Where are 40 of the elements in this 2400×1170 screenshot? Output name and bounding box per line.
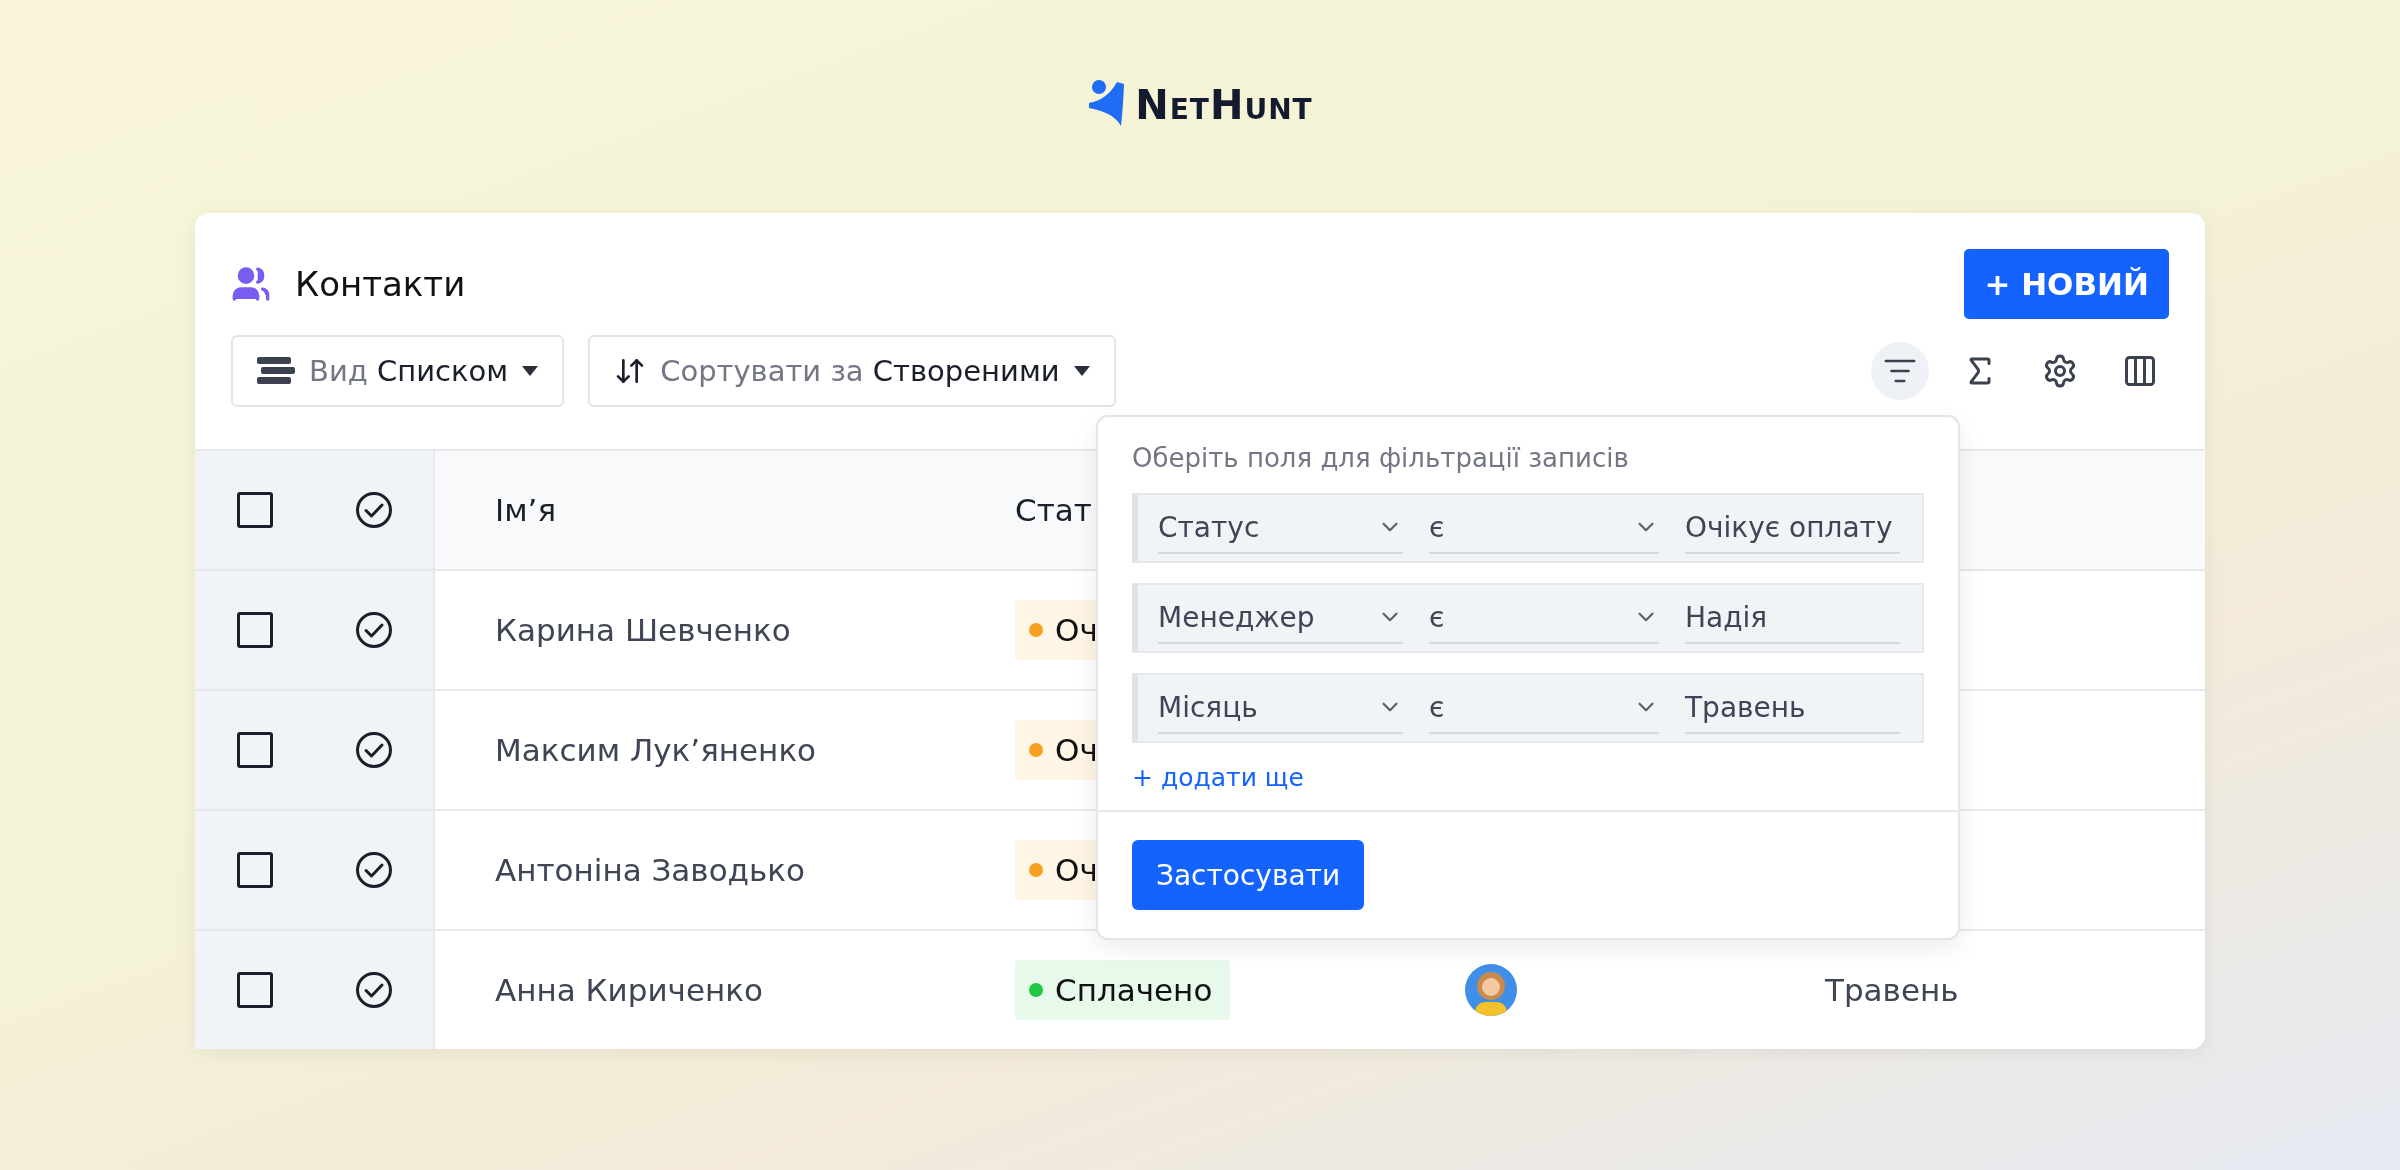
view-dropdown[interactable]: Вид Списком	[231, 335, 565, 407]
row-checkbox[interactable]	[237, 852, 273, 888]
status-badge: Сплачено	[1015, 960, 1231, 1020]
caret-icon	[522, 366, 539, 376]
check-circle-icon	[355, 731, 393, 769]
check-circle-icon	[355, 491, 393, 529]
field-select[interactable]: Місяць	[1158, 682, 1403, 734]
new-button[interactable]: + НОВИЙ	[1964, 249, 2169, 319]
list-icon	[257, 357, 295, 385]
column-header: Стат	[1015, 492, 1092, 528]
sort-dropdown[interactable]: Сортувати за Створеними	[588, 335, 1116, 407]
page-title: Контакти	[295, 264, 466, 304]
value-field[interactable]: Травень	[1685, 682, 1900, 734]
apply-button[interactable]: Застосувати	[1132, 840, 1365, 910]
select-all-checkbox[interactable]	[237, 492, 273, 528]
contact-name: Антоніна Заводько	[495, 852, 805, 888]
contact-name: Анна Кириченко	[495, 972, 763, 1008]
month-text: Травень	[1825, 972, 1959, 1008]
row-checkbox[interactable]	[237, 732, 273, 768]
check-circle-icon	[355, 971, 393, 1009]
column-header: Ім’я	[495, 492, 557, 528]
operator-select[interactable]: є	[1429, 682, 1659, 734]
check-circle-icon	[355, 851, 393, 889]
row-checkbox[interactable]	[237, 612, 273, 648]
filter-hint: Оберіть поля для фільтрації записів	[1132, 443, 1630, 473]
operator-select[interactable]: є	[1429, 592, 1659, 644]
columns-icon	[2122, 353, 2158, 389]
contact-name: Максим Лук’яненко	[495, 732, 817, 768]
value-field[interactable]: Очікує оплату	[1685, 502, 1900, 554]
logo-text: NetHunt	[1135, 81, 1313, 130]
caret-icon	[1073, 366, 1090, 376]
field-select[interactable]: Менеджер	[1158, 592, 1403, 644]
row-checkbox[interactable]	[237, 972, 273, 1008]
value-field[interactable]: Надія	[1685, 592, 1900, 644]
check-circle-icon	[355, 611, 393, 649]
contact-name: Карина Шевченко	[495, 612, 791, 648]
settings-icon	[2042, 353, 2078, 389]
field-select[interactable]: Статус	[1158, 502, 1403, 554]
users-icon	[231, 264, 271, 304]
operator-select[interactable]: є	[1429, 502, 1659, 554]
